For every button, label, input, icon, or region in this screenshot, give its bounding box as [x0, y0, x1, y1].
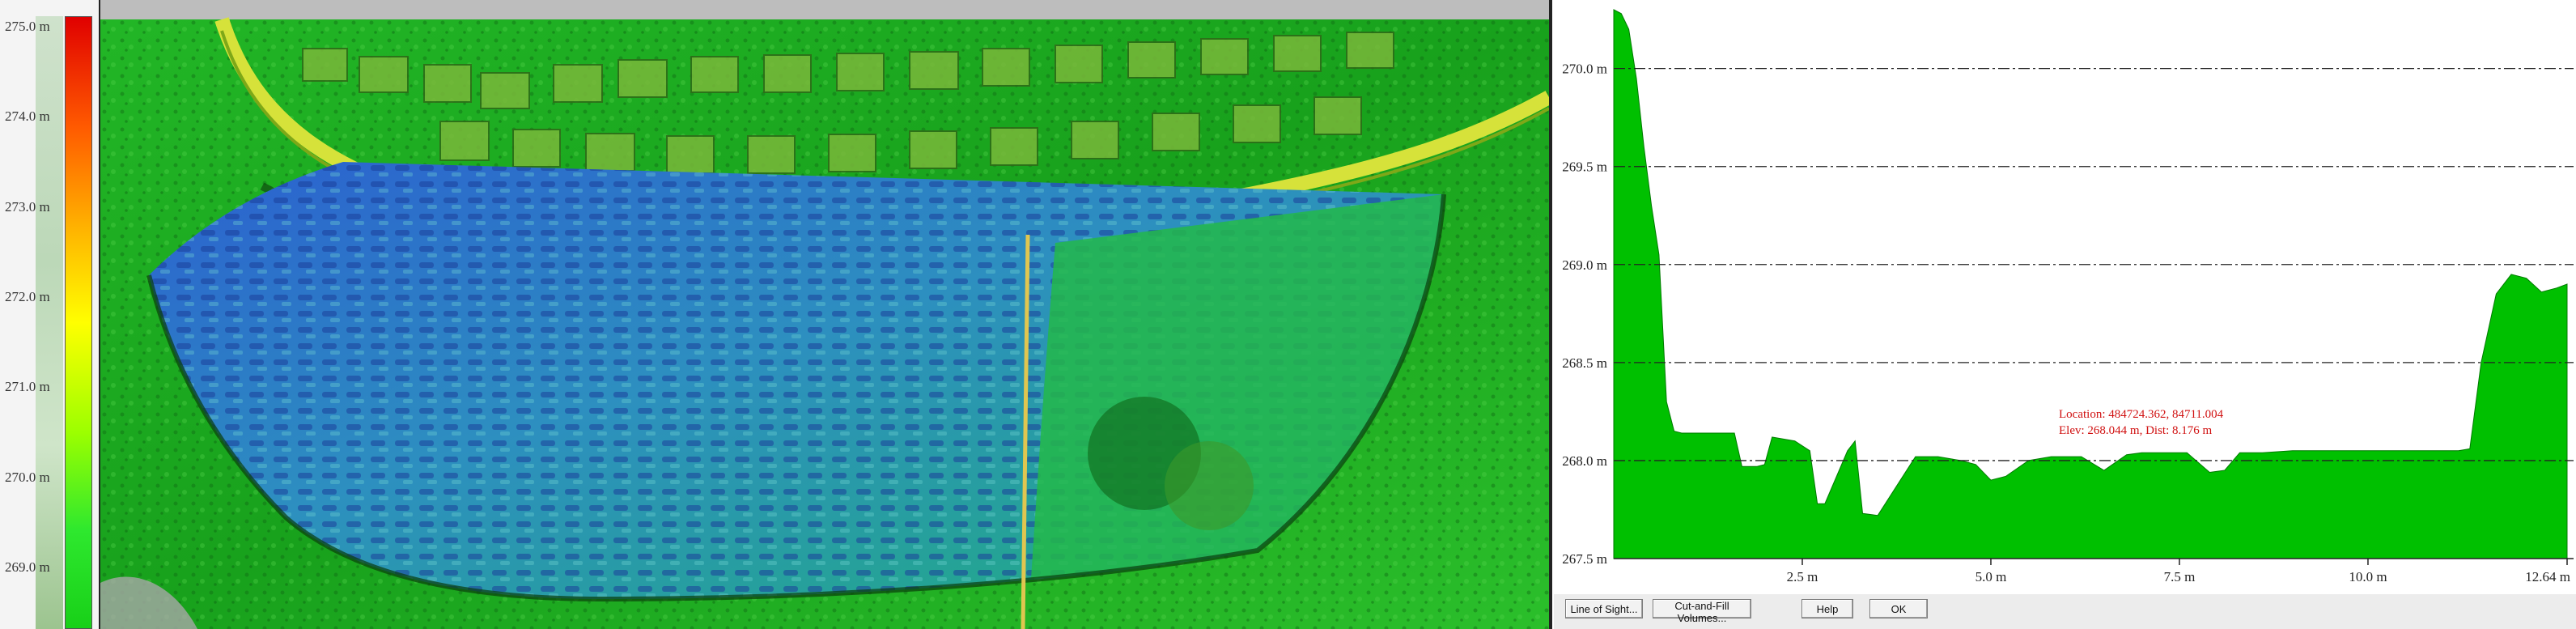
- legend-tick-label: 274.0 m: [5, 108, 50, 125]
- y-tick-label: 270.0 m: [1562, 62, 1607, 77]
- legend-tick-label: 271.0 m: [5, 379, 50, 395]
- x-tick-label: 5.0 m: [1975, 569, 2007, 584]
- elevation-profile-panel: 267.5 m 268.0 m 268.5 m 269.0 m 269.5 m 270.0…: [1549, 0, 2576, 629]
- elevation-map-view[interactable]: [100, 0, 1549, 629]
- elevation-color-bar: [65, 16, 92, 629]
- x-tick-label: 7.5 m: [2164, 569, 2196, 584]
- y-tick-label: 269.0 m: [1562, 257, 1607, 273]
- x-tick-label: 12.64 m: [2525, 569, 2570, 584]
- help-button[interactable]: Help: [1802, 599, 1853, 618]
- x-tick-label: 10.0 m: [2349, 569, 2387, 584]
- elevation-profile-area: [1613, 9, 2568, 559]
- line-of-sight-button[interactable]: Line of Sight...: [1565, 599, 1643, 618]
- y-tick-label: 268.5 m: [1562, 355, 1607, 371]
- cursor-location-readout: Location: 484724.362, 84711.004: [2059, 408, 2224, 421]
- legend-tick-label: 272.0 m: [5, 289, 50, 304]
- profile-button-bar: Line of Sight... Cut-and-Fill Volumes...…: [1554, 594, 2576, 629]
- cut-and-fill-volumes-button[interactable]: Cut-and-Fill Volumes...: [1653, 599, 1751, 624]
- legend-tick-label: 273.0 m: [5, 198, 50, 215]
- lidar-terrain-render: [100, 17, 1549, 629]
- legend-tick-label: 269.0 m: [5, 559, 50, 575]
- x-tick-label: 2.5 m: [1787, 569, 1818, 584]
- elevation-profile-chart: 267.5 m 268.0 m 268.5 m 269.0 m 269.5 m 270.0…: [1562, 9, 2574, 584]
- cursor-elevation-readout: Elev: 268.044 m, Dist: 8.176 m: [2059, 424, 2212, 437]
- y-tick-label: 268.0 m: [1562, 453, 1607, 469]
- ok-button[interactable]: OK: [1869, 599, 1928, 618]
- y-tick-label: 269.5 m: [1562, 159, 1607, 175]
- legend-tick-label: 270.0 m: [5, 469, 50, 485]
- elevation-legend: 275.0 m 274.0 m 273.0 m 272.0 m 271.0 m 270.0…: [0, 0, 100, 629]
- y-tick-label: 267.5 m: [1562, 551, 1607, 567]
- legend-tick-label: 275.0 m: [5, 19, 50, 34]
